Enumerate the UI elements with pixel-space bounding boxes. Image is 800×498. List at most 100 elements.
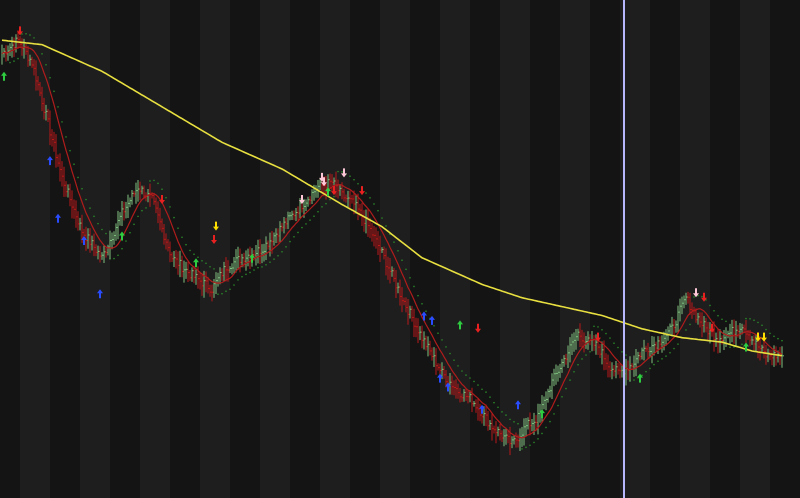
trail-dot <box>197 256 199 259</box>
trail-dot <box>565 387 567 390</box>
trail-dot <box>617 346 619 349</box>
trail-dot <box>89 207 91 209</box>
trail-dot <box>209 265 211 268</box>
trail-dot <box>349 175 351 178</box>
trail-dot <box>85 198 87 201</box>
trail-dot <box>465 374 467 376</box>
trail-dot <box>521 448 523 450</box>
trail-dot <box>541 432 543 435</box>
trail-dot <box>509 418 511 421</box>
trail-dot <box>609 337 611 339</box>
trail-dot <box>21 33 23 35</box>
trail-dot <box>549 420 551 423</box>
trail-dot <box>137 215 139 218</box>
trail-dot <box>701 295 703 298</box>
trail-dot <box>293 235 295 238</box>
trail-dot <box>405 268 407 271</box>
price-chart[interactable] <box>0 0 800 498</box>
trail-dot <box>725 320 727 323</box>
trail-dot <box>153 179 155 182</box>
trail-dot <box>693 296 695 298</box>
trail-dot <box>73 163 75 166</box>
trail-dot <box>157 182 159 185</box>
trail-dot <box>325 202 327 205</box>
trail-dot <box>301 226 303 229</box>
trail-dot <box>173 216 175 219</box>
trail-dot <box>141 209 143 212</box>
trail-dot <box>261 266 263 268</box>
trail-dot <box>493 401 495 404</box>
trail-dot <box>481 388 483 391</box>
trail-dot <box>313 215 315 217</box>
trail-dot <box>165 196 167 199</box>
trail-dot <box>57 106 59 108</box>
trail-dot <box>277 254 279 257</box>
trail-dot <box>81 187 83 190</box>
trail-dot <box>601 328 603 331</box>
trail-dot <box>441 339 443 341</box>
trail-dot <box>409 276 411 279</box>
trail-dot <box>545 426 547 429</box>
trail-dot <box>117 254 119 257</box>
trail-dot <box>365 192 367 194</box>
trail-dot <box>721 318 723 321</box>
trail-dot <box>669 351 671 354</box>
trail-dot <box>41 53 43 55</box>
trail-dot <box>657 360 659 362</box>
trail-dot <box>201 260 203 262</box>
trail-dot <box>777 337 779 340</box>
trail-dot <box>45 63 47 66</box>
trail-dot <box>589 350 591 353</box>
trail-dot <box>457 365 459 367</box>
trail-dot <box>501 411 503 413</box>
trail-dot <box>25 32 27 35</box>
trail-dot <box>333 195 335 198</box>
trail-dot <box>113 257 115 260</box>
trail-dot <box>729 346 731 348</box>
trail-dot <box>53 90 55 93</box>
session-band <box>200 0 230 498</box>
trail-dot <box>413 285 415 288</box>
trail-dot <box>401 259 403 262</box>
trail-dot <box>193 253 195 255</box>
trail-dot <box>249 271 251 274</box>
trail-dot <box>221 292 223 295</box>
trail-dot <box>105 232 107 235</box>
trail-dot <box>437 332 439 335</box>
trail-dot <box>461 370 463 372</box>
trail-dot <box>289 240 291 243</box>
trail-dot <box>745 317 747 320</box>
trail-dot <box>741 343 743 346</box>
session-band <box>560 0 590 498</box>
trail-dot <box>309 219 311 221</box>
trail-dot <box>341 171 343 173</box>
trail-dot <box>101 228 103 231</box>
trail-dot <box>557 404 559 407</box>
trail-dot <box>761 324 763 327</box>
trail-dot <box>649 367 651 370</box>
trail-dot <box>781 339 783 342</box>
session-band <box>20 0 50 498</box>
trail-dot <box>253 269 255 271</box>
trail-dot <box>93 215 95 218</box>
trail-dot <box>121 247 123 250</box>
trail-dot <box>377 209 379 212</box>
trail-dot <box>453 359 455 361</box>
trail-dot <box>717 314 719 317</box>
trail-dot <box>769 332 771 335</box>
trail-dot <box>433 324 435 327</box>
trail-dot <box>393 241 395 243</box>
trail-dot <box>337 170 339 173</box>
trail-dot <box>397 250 399 252</box>
trail-dot <box>205 262 207 265</box>
trail-dot <box>17 57 19 60</box>
trail-dot <box>329 198 331 201</box>
trail-dot <box>273 258 275 260</box>
trail-dot <box>573 370 575 373</box>
trail-dot <box>757 321 759 324</box>
trail-dot <box>265 264 267 266</box>
trail-dot <box>445 346 447 348</box>
trail-dot <box>381 217 383 219</box>
trail-dot <box>369 197 371 199</box>
trail-dot <box>597 326 599 328</box>
